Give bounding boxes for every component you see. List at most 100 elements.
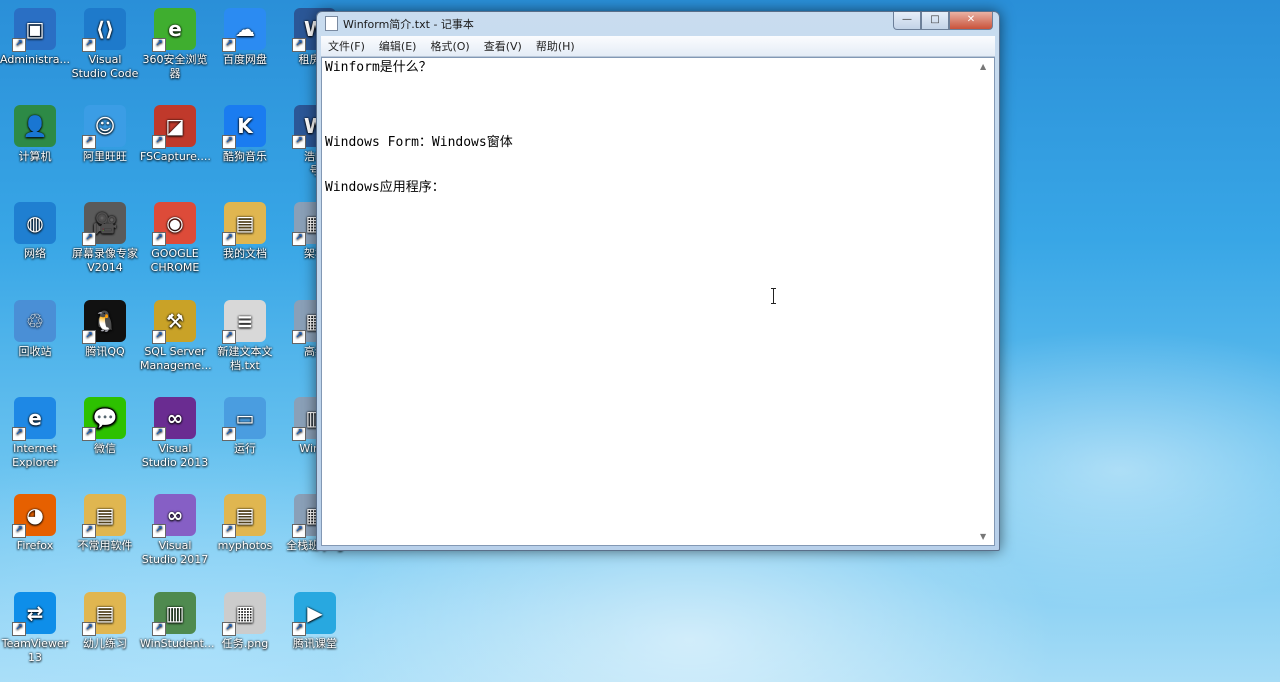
shortcut-arrow-icon: ↗ <box>292 38 306 52</box>
text-editor[interactable]: Winform是什么？ Windows Form：Windows窗体 Windo… <box>321 57 995 546</box>
desktop-icon[interactable]: 💬 ↗ 微信 <box>70 397 140 456</box>
desktop-icon-label: 阿里旺旺 <box>83 150 127 163</box>
shortcut-arrow-icon: ↗ <box>152 427 166 441</box>
app-icon: ⇄ ↗ <box>12 592 56 636</box>
menu-bar: 文件(F) 编辑(E) 格式(O) 查看(V) 帮助(H) <box>321 36 995 57</box>
desktop-icon-label: 计算机 <box>18 150 52 163</box>
shortcut-arrow-icon: ↗ <box>12 622 26 636</box>
desktop-icon[interactable]: ∞ ↗ Visual Studio 2013 <box>140 397 210 470</box>
app-icon: 👤 <box>14 105 56 147</box>
app-icon: ∞ ↗ <box>152 397 196 441</box>
desktop-icon[interactable]: ▣ ↗ Administra... <box>0 8 70 67</box>
menu-file[interactable]: 文件(F) <box>321 38 372 54</box>
shortcut-arrow-icon: ↗ <box>292 524 306 538</box>
app-glyph-icon: ◕ <box>26 503 44 527</box>
text-line: Windows Form：Windows窗体 <box>325 135 513 150</box>
desktop-icon[interactable]: 👤 计算机 <box>0 105 70 164</box>
minimize-button[interactable]: — <box>893 12 921 30</box>
shortcut-arrow-icon: ↗ <box>152 135 166 149</box>
scroll-down-arrow-icon[interactable]: ▼ <box>980 532 986 541</box>
desktop-icon[interactable]: ⟨⟩ ↗ Visual Studio Code <box>70 8 140 81</box>
desktop-icon[interactable]: ⇄ ↗ TeamViewer 13 <box>0 592 70 665</box>
text-line <box>325 165 974 180</box>
text-line: Winform是什么？ <box>325 60 432 75</box>
app-glyph-icon: ∞ <box>166 503 184 527</box>
desktop-icon[interactable]: ∞ ↗ Visual Studio 2017 <box>140 494 210 567</box>
app-icon: ▤ ↗ <box>222 202 266 246</box>
text-line <box>325 120 974 135</box>
app-icon: ☁ ↗ <box>222 8 266 52</box>
desktop-icon[interactable]: K ↗ 酷狗音乐 <box>210 105 280 164</box>
app-glyph-icon: ⇄ <box>26 601 44 625</box>
desktop-icon-label: 幼儿练习 <box>83 637 127 650</box>
desktop-icon[interactable]: ◍ 网络 <box>0 202 70 261</box>
desktop-icon[interactable]: ▤ ↗ 我的文档 <box>210 202 280 261</box>
app-glyph-icon: ≡ <box>236 309 254 333</box>
desktop-icon[interactable]: ◪ ↗ FSCapture.... <box>140 105 211 164</box>
app-glyph-icon: ∞ <box>166 406 184 430</box>
text-area[interactable]: Winform是什么？ Windows Form：Windows窗体 Windo… <box>325 60 974 543</box>
app-icon: ≡ ↗ <box>222 300 266 344</box>
desktop-icon[interactable]: 🎥 ↗ 屏幕录像专家V2014 <box>70 202 140 275</box>
desktop-icon[interactable]: 🐧 ↗ 腾讯QQ <box>70 300 140 359</box>
desktop-icon-label: 运行 <box>234 442 256 455</box>
shortcut-arrow-icon: ↗ <box>222 135 236 149</box>
desktop-icon[interactable]: ▤ ↗ 幼儿练习 <box>70 592 140 651</box>
desktop-icon-label: Visual Studio 2017 <box>141 539 209 566</box>
app-glyph-icon: ⚒ <box>166 309 184 333</box>
app-glyph-icon: ▶ <box>307 601 323 625</box>
menu-help[interactable]: 帮助(H) <box>529 38 582 54</box>
menu-edit[interactable]: 编辑(E) <box>372 38 424 54</box>
desktop-icon[interactable]: ⚒ ↗ SQL Server Manageme... <box>140 300 212 373</box>
app-glyph-icon: ▣ <box>25 17 45 41</box>
app-glyph-icon: ▦ <box>235 601 255 625</box>
desktop-icon[interactable]: ◉ ↗ GOOGLE CHROME <box>140 202 210 275</box>
window-controls: — □ ✕ <box>893 12 993 30</box>
desktop-icon-label: 360安全浏览器 <box>142 53 208 80</box>
close-button[interactable]: ✕ <box>949 12 993 30</box>
shortcut-arrow-icon: ↗ <box>82 232 96 246</box>
shortcut-arrow-icon: ↗ <box>152 232 166 246</box>
desktop-icon[interactable]: ≡ ↗ 新建文本文档.txt <box>210 300 280 373</box>
scroll-up-arrow-icon[interactable]: ▲ <box>980 62 986 71</box>
notepad-window[interactable]: Winform简介.txt - 记事本 — □ ✕ 文件(F) 编辑(E) 格式… <box>316 11 1000 551</box>
app-glyph-icon: 🐧 <box>92 309 118 333</box>
maximize-button[interactable]: □ <box>921 12 949 30</box>
app-icon: ∞ ↗ <box>152 494 196 538</box>
desktop-icon[interactable]: ▤ ↗ 不常用软件 <box>70 494 140 553</box>
app-icon: 🐧 ↗ <box>82 300 126 344</box>
desktop-icon[interactable]: ▥ ↗ WinStudent... <box>140 592 215 651</box>
desktop-icon[interactable]: e ↗ Internet Explorer <box>0 397 70 470</box>
desktop-icon-label: 腾讯QQ <box>85 345 125 358</box>
app-icon: ◕ ↗ <box>12 494 56 538</box>
desktop-icon[interactable]: ▦ ↗ 任务.png <box>210 592 280 651</box>
app-glyph-icon: e <box>168 17 182 41</box>
desktop-icon[interactable]: ☺ ↗ 阿里旺旺 <box>70 105 140 164</box>
shortcut-arrow-icon: ↗ <box>82 38 96 52</box>
app-icon: ◪ ↗ <box>152 105 196 149</box>
desktop-icon-label: WinStudent... <box>140 637 215 650</box>
title-bar[interactable]: Winform简介.txt - 记事本 — □ ✕ <box>317 12 999 34</box>
desktop-icon[interactable]: ◕ ↗ Firefox <box>0 494 70 553</box>
menu-format[interactable]: 格式(O) <box>423 38 476 54</box>
app-glyph-icon: ▤ <box>235 503 255 527</box>
desktop-icon[interactable]: ▤ ↗ myphotos <box>210 494 280 553</box>
menu-view[interactable]: 查看(V) <box>477 38 529 54</box>
desktop-icon-label: 百度网盘 <box>223 53 267 66</box>
text-line <box>325 75 974 90</box>
window-title: Winform简介.txt - 记事本 <box>343 18 474 31</box>
desktop-icon-label: Administra... <box>0 53 70 66</box>
shortcut-arrow-icon: ↗ <box>152 330 166 344</box>
app-icon: e ↗ <box>152 8 196 52</box>
shortcut-arrow-icon: ↗ <box>222 427 236 441</box>
desktop-icon[interactable]: ▭ ↗ 运行 <box>210 397 280 456</box>
app-glyph-icon: 🎥 <box>92 211 118 235</box>
desktop-icon[interactable]: ☁ ↗ 百度网盘 <box>210 8 280 67</box>
app-glyph-icon: ☁ <box>235 17 255 41</box>
shortcut-arrow-icon: ↗ <box>222 232 236 246</box>
vertical-scrollbar[interactable]: ▲ ▼ <box>977 58 994 545</box>
desktop-icon[interactable]: ♲ 回收站 <box>0 300 70 359</box>
app-glyph-icon: ▤ <box>235 211 255 235</box>
desktop-icon[interactable]: ▶ ↗ 腾讯课堂 <box>280 592 350 651</box>
desktop-icon[interactable]: e ↗ 360安全浏览器 <box>140 8 210 81</box>
